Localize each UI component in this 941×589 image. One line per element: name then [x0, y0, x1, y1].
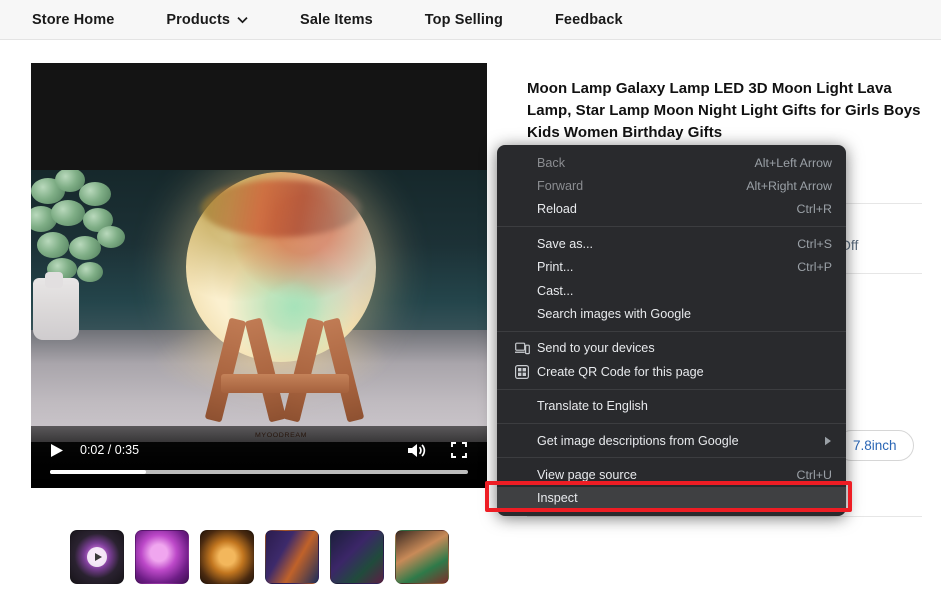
stand-crossbar: MYOODREAM [221, 374, 349, 439]
context-menu-item-search-images-with-google[interactable]: Search images with Google [497, 302, 846, 325]
thumb-play-icon [87, 547, 107, 567]
context-menu-item-print[interactable]: Print... Ctrl+P [497, 256, 846, 279]
video-time-display: 0:02 / 0:35 [80, 443, 140, 457]
thumb-kids-photo[interactable] [395, 530, 449, 584]
page-title: Moon Lamp Galaxy Lamp LED 3D Moon Light … [527, 80, 921, 141]
moon-color-band [201, 179, 361, 237]
context-menu-item-label: Cast... [537, 283, 574, 298]
video-progress-bar[interactable] [50, 470, 468, 474]
image-vase [33, 272, 79, 340]
context-menu-shortcut: Alt+Right Arrow [746, 179, 832, 194]
context-menu-item-label: View page source [537, 467, 637, 482]
context-menu-shortcut: Ctrl+P [797, 260, 832, 275]
product-detail-column: Moon Lamp Galaxy Lamp LED 3D Moon Light … [527, 78, 922, 144]
thumb-collage-blue[interactable] [265, 530, 319, 584]
nav-item-label: Top Selling [424, 12, 503, 28]
context-menu-item-label: Search images with Google [537, 307, 692, 322]
thumbnail-strip [70, 530, 449, 584]
context-menu-item-translate-to-english[interactable]: Translate to English [497, 395, 846, 418]
context-menu-item-label: Translate to English [537, 399, 648, 414]
detail-divider-3 [527, 516, 922, 517]
video-frame-image: MYOODREAM [31, 170, 487, 442]
product-media-column: MYOODREAM 0:02 / 0:35 [31, 63, 487, 488]
browser-context-menu[interactable]: Back Alt+Left Arrow Forward Alt+Right Arrow… [497, 145, 846, 517]
context-menu-item-label: Reload [537, 202, 577, 217]
context-menu-shortcut: Ctrl+R [796, 202, 832, 217]
volume-icon[interactable] [407, 442, 427, 459]
nav-item-sale-items[interactable]: Sale Items [300, 12, 373, 28]
context-menu-shortcut: Alt+Left Arrow [754, 155, 832, 170]
context-menu-item-inspect[interactable]: Inspect [497, 486, 846, 511]
chevron-down-icon [237, 16, 248, 24]
image-plant [31, 170, 145, 340]
size-option-button[interactable]: 7.8inch [836, 430, 914, 461]
context-menu-separator [497, 226, 846, 228]
nav-item-feedback[interactable]: Feedback [555, 12, 623, 28]
context-menu-item-back: Back Alt+Left Arrow [497, 151, 846, 174]
thumb-purple-lamp[interactable] [135, 530, 189, 584]
thumb-orange-moon[interactable] [200, 530, 254, 584]
nav-item-label: Feedback [554, 12, 623, 28]
qr-code-icon [515, 364, 537, 379]
context-menu-shortcut: Ctrl+U [796, 467, 832, 482]
context-menu-separator [497, 330, 846, 332]
play-icon[interactable] [50, 443, 64, 458]
context-menu-separator [497, 457, 846, 459]
context-menu-item-label: Forward [537, 179, 584, 194]
nav-items: Store Home Products Sale Items Top Selling F… [0, 0, 941, 40]
context-menu-item-label: Print... [537, 260, 574, 275]
chevron-right-icon [824, 436, 832, 446]
video-stage: MYOODREAM [31, 63, 487, 488]
context-menu-item-label: Save as... [537, 236, 594, 251]
context-menu-item-label: Inspect [537, 491, 578, 506]
product-video-player[interactable]: MYOODREAM 0:02 / 0:35 [31, 63, 487, 488]
context-menu-item-label: Back [537, 155, 565, 170]
nav-item-label: Store Home [32, 12, 115, 28]
context-menu-item-get-image-descriptions-from-google[interactable]: Get image descriptions from Google [497, 429, 846, 452]
context-menu-item-reload[interactable]: Reload Ctrl+R [497, 198, 846, 221]
context-menu-separator [497, 388, 846, 390]
nav-item-store-home[interactable]: Store Home [32, 12, 114, 28]
devices-icon [515, 342, 537, 355]
context-menu-separator [497, 422, 846, 424]
nav-item-products[interactable]: Products [166, 12, 248, 28]
context-menu-shortcut: Ctrl+S [797, 236, 832, 251]
context-menu-item-view-page-source[interactable]: View page source Ctrl+U [497, 463, 846, 486]
context-menu-item-save-as[interactable]: Save as... Ctrl+S [497, 232, 846, 255]
fullscreen-icon[interactable] [451, 442, 467, 458]
context-menu-item-label: Send to your devices [537, 341, 655, 356]
video-controls: 0:02 / 0:35 [31, 426, 487, 488]
video-progress-fill [50, 470, 147, 474]
context-menu-item-cast[interactable]: Cast... [497, 279, 846, 302]
context-menu-item-create-qr-code-for-this-page[interactable]: Create QR Code for this page [497, 360, 846, 383]
image-wooden-stand: MYOODREAM [204, 317, 365, 439]
thumb-video[interactable] [70, 530, 124, 584]
nav-item-top-selling[interactable]: Top Selling [425, 12, 503, 28]
site-navbar: Store Home Products Sale Items Top Selling F… [0, 0, 941, 40]
context-menu-item-label: Create QR Code for this page [537, 364, 704, 379]
context-menu-item-send-to-your-devices[interactable]: Send to your devices [497, 337, 846, 360]
nav-item-label: Sale Items [300, 12, 373, 28]
nav-item-label: Products [166, 12, 231, 28]
context-menu-item-forward: Forward Alt+Right Arrow [497, 174, 846, 197]
context-menu-item-label: Get image descriptions from Google [537, 433, 739, 448]
thumb-color-grid[interactable] [330, 530, 384, 584]
